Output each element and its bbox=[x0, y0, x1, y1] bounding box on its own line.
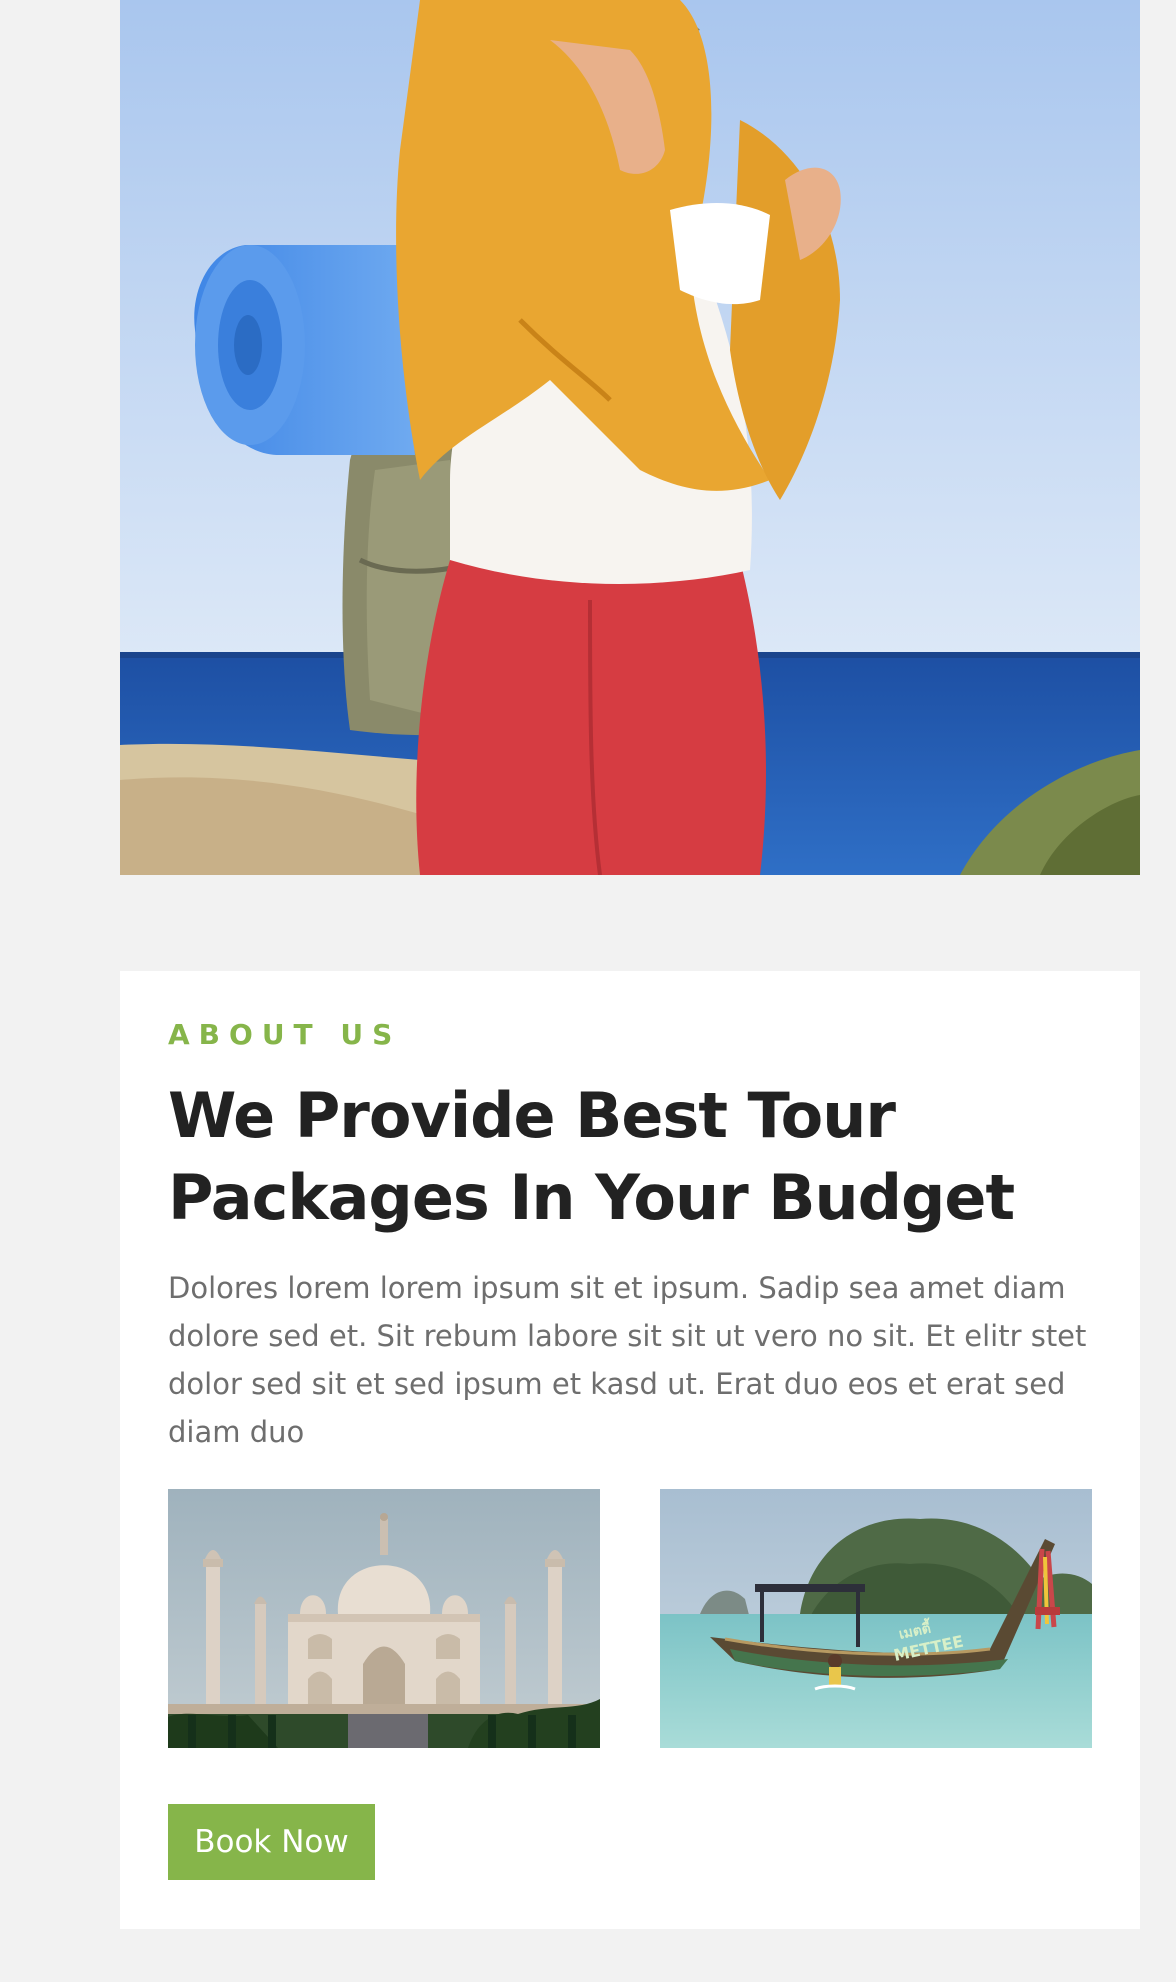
section-description: Dolores lorem lorem ipsum sit et ipsum. … bbox=[168, 1271, 1087, 1449]
hero-image bbox=[120, 0, 1140, 875]
book-now-button[interactable]: Book Now bbox=[168, 1804, 375, 1880]
longtail-boat-photo: เมตตี้ METTEE bbox=[660, 1489, 1092, 1748]
boat-image: เมตตี้ METTEE bbox=[660, 1489, 1092, 1748]
section-title: We Provide Best Tour Packages In Your Bu… bbox=[168, 1079, 1015, 1234]
taj-mahal-photo bbox=[168, 1489, 600, 1748]
section-eyebrow: ABOUT US bbox=[168, 1018, 402, 1051]
taj-mahal-image bbox=[168, 1489, 600, 1748]
hiker-photo bbox=[120, 0, 1140, 875]
about-section: ABOUT US We Provide Best Tour Packages I… bbox=[120, 971, 1140, 1929]
